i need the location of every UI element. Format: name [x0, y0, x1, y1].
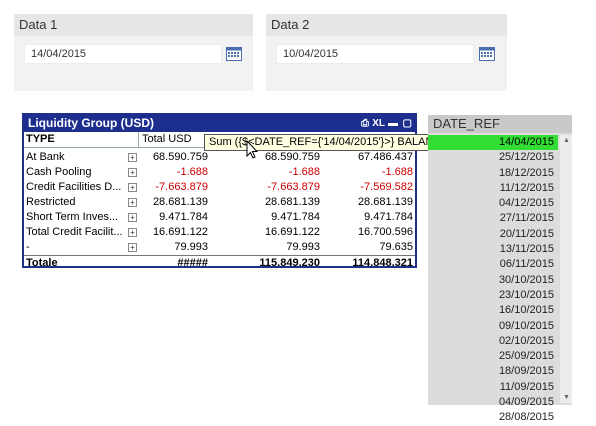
cell-value: 16.691.122 — [264, 226, 320, 238]
cell-value: 9.471.784 — [271, 211, 320, 223]
table-row[interactable]: At Bank +68.590.759 68.590.759 67.486.437 — [24, 150, 415, 165]
date-ref-item[interactable]: 30/10/2015 — [428, 273, 558, 288]
cell-value: 67.486.437 — [357, 151, 413, 163]
date-ref-item[interactable]: 18/09/2015 — [428, 364, 558, 379]
date1-input[interactable]: 14/04/2015 — [24, 44, 222, 64]
date-ref-item[interactable]: 09/10/2015 — [428, 319, 558, 334]
date1-panel: Data 1 14/04/2015 — [14, 14, 253, 91]
mouse-cursor-icon — [246, 140, 258, 159]
row-type: Total Credit Facilit... — [26, 226, 123, 238]
cell-value: 79.635 — [379, 241, 413, 253]
row-type: At Bank — [26, 151, 65, 163]
cell-total-usd: 16.691.122 — [152, 226, 208, 238]
cell-total-usd: 68.590.759 — [152, 151, 208, 163]
date-ref-item[interactable]: 13/11/2015 — [428, 242, 558, 257]
date2-panel: Data 2 10/04/2015 — [266, 14, 507, 91]
date-ref-item[interactable]: 14/04/2015 — [428, 135, 558, 151]
date-ref-item[interactable]: 18/12/2015 — [428, 166, 558, 181]
row-type: Restricted — [26, 196, 76, 208]
calendar-icon[interactable] — [226, 47, 242, 61]
expand-icon[interactable]: + — [128, 228, 137, 237]
row-type: Short Term Inves... — [26, 211, 119, 223]
table-row[interactable]: Short Term Inves... +9.471.784 9.471.784 9.… — [24, 210, 415, 225]
date-ref-item[interactable]: 27/11/2015 — [428, 211, 558, 226]
cell-value: -7.569.582 — [360, 181, 413, 193]
cell-value: -1.688 — [381, 166, 413, 178]
date-ref-title: DATE_REF — [428, 115, 572, 133]
maximize-icon[interactable]: ▢ — [403, 115, 412, 132]
cell-total-usd: 9.471.784 — [159, 211, 208, 223]
date-ref-list: 14/04/2015 25/12/2015 18/12/2015 11/12/2015… — [428, 135, 558, 426]
date-ref-listbox[interactable]: DATE_REF 14/04/2015 25/12/2015 18/12/2015 1… — [428, 115, 572, 423]
date-ref-item[interactable]: 20/11/2015 — [428, 227, 558, 242]
row-type: Cash Pooling — [26, 166, 92, 178]
row-type: - — [26, 241, 30, 253]
total-value: 114.848.321 — [352, 257, 413, 269]
scroll-up-icon[interactable]: ▲ — [563, 137, 570, 144]
cell-value: 68.590.759 — [264, 151, 320, 163]
cell-value: 9.471.784 — [364, 211, 413, 223]
cell-value: -7.663.879 — [267, 181, 320, 193]
date-ref-item[interactable]: 06/11/2015 — [428, 257, 558, 272]
total-total-usd: ##### — [177, 257, 208, 269]
date-ref-item[interactable]: 23/10/2015 — [428, 288, 558, 303]
scrollbar[interactable]: ▲ ▼ — [560, 135, 572, 403]
total-label: Totale — [26, 257, 58, 269]
expand-icon[interactable]: + — [128, 168, 137, 177]
liquidity-title-bar[interactable]: Liquidity Group (USD) ⎙ XL ▬ ▢ — [24, 115, 415, 132]
cell-total-usd: 28.681.139 — [152, 196, 208, 208]
cell-value: 28.681.139 — [264, 196, 320, 208]
date1-title: Data 1 — [14, 14, 253, 36]
header-total-usd[interactable]: Total USD — [142, 133, 192, 145]
date-ref-item[interactable]: 11/09/2015 — [428, 380, 558, 395]
cell-total-usd: 79.993 — [174, 241, 208, 253]
cell-total-usd: -1.688 — [176, 166, 208, 178]
table-row[interactable]: Total Credit Facilit... +16.691.122 16.691… — [24, 225, 415, 240]
print-icon[interactable]: ⎙ — [361, 115, 369, 132]
date-ref-item[interactable]: 25/12/2015 — [428, 150, 558, 165]
expand-icon[interactable]: + — [128, 243, 137, 252]
cell-value: 28.681.139 — [357, 196, 413, 208]
date-ref-item[interactable]: 25/09/2015 — [428, 349, 558, 364]
date-ref-item[interactable]: 11/12/2015 — [428, 181, 558, 196]
date2-title: Data 2 — [266, 14, 507, 36]
expand-icon[interactable]: + — [128, 153, 137, 162]
date-ref-item[interactable]: 02/10/2015 — [428, 334, 558, 349]
calendar-icon[interactable] — [479, 47, 495, 61]
minimize-icon[interactable]: ▬ — [388, 115, 398, 132]
total-row: Totale ##### 115.849.230 114.848.321 — [24, 255, 415, 271]
expand-icon[interactable]: + — [128, 213, 137, 222]
table-row[interactable]: Cash Pooling + -1.688 -1.688 -1.688 — [24, 165, 415, 180]
expand-icon[interactable]: + — [128, 183, 137, 192]
date-ref-item[interactable]: 04/09/2015 — [428, 395, 558, 410]
xl-button[interactable]: XL — [372, 115, 385, 132]
expand-icon[interactable]: + — [128, 198, 137, 207]
total-value: 115.849.230 — [259, 257, 320, 269]
date-ref-item[interactable]: 28/08/2015 — [428, 410, 558, 425]
header-type[interactable]: TYPE — [26, 133, 55, 145]
date-ref-item[interactable]: 16/10/2015 — [428, 303, 558, 318]
cell-total-usd: -7.663.879 — [155, 181, 208, 193]
liquidity-title: Liquidity Group (USD) — [28, 116, 154, 130]
table-row[interactable]: - +79.993 79.993 79.635 — [24, 240, 415, 255]
cell-value: 16.700.596 — [357, 226, 413, 238]
cell-value: -1.688 — [288, 166, 320, 178]
date-ref-item[interactable]: 04/12/2015 — [428, 196, 558, 211]
table-row[interactable]: Restricted +28.681.139 28.681.139 28.681.13… — [24, 195, 415, 210]
header-divider — [138, 132, 139, 147]
date2-input[interactable]: 10/04/2015 — [276, 44, 474, 64]
row-type: Credit Facilities D... — [26, 181, 122, 193]
scroll-down-icon[interactable]: ▼ — [563, 394, 570, 401]
cell-value: 79.993 — [286, 241, 320, 253]
table-row[interactable]: Credit Facilities D... + -7.663.879 -7.663.… — [24, 180, 415, 195]
